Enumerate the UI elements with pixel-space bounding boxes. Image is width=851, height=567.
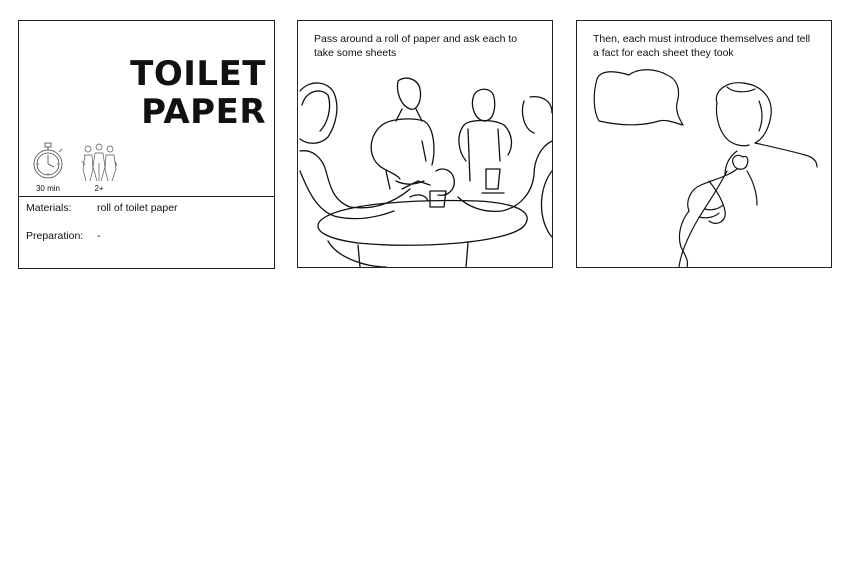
stopwatch-icon [33, 142, 63, 179]
duration-indicator: 30 min [28, 139, 68, 193]
step-2-card: Then, each must introduce themselves and… [576, 20, 832, 268]
materials-value: roll of toilet paper [97, 202, 178, 214]
duration-label: 30 min [35, 184, 60, 193]
activity-title-card: TOILET PAPER 30 min 2+ Materials: roll o… [18, 20, 275, 269]
preparation-label: Preparation: [26, 230, 84, 242]
step-2-caption: Then, each must introduce themselves and… [593, 33, 811, 59]
players-label: 2+ [94, 184, 104, 193]
materials-label: Materials: [26, 202, 72, 214]
preparation-row: Preparation: - [26, 230, 101, 242]
preparation-value: - [97, 230, 101, 242]
activity-title: TOILET PAPER [130, 54, 266, 132]
people-icon [81, 143, 118, 182]
players-indicator: 2+ [79, 139, 119, 193]
step-1-card: Pass around a roll of paper and ask each… [297, 20, 553, 268]
step-1-caption: Pass around a roll of paper and ask each… [314, 33, 518, 59]
divider [19, 196, 274, 197]
materials-row: Materials: roll of toilet paper [26, 202, 178, 214]
